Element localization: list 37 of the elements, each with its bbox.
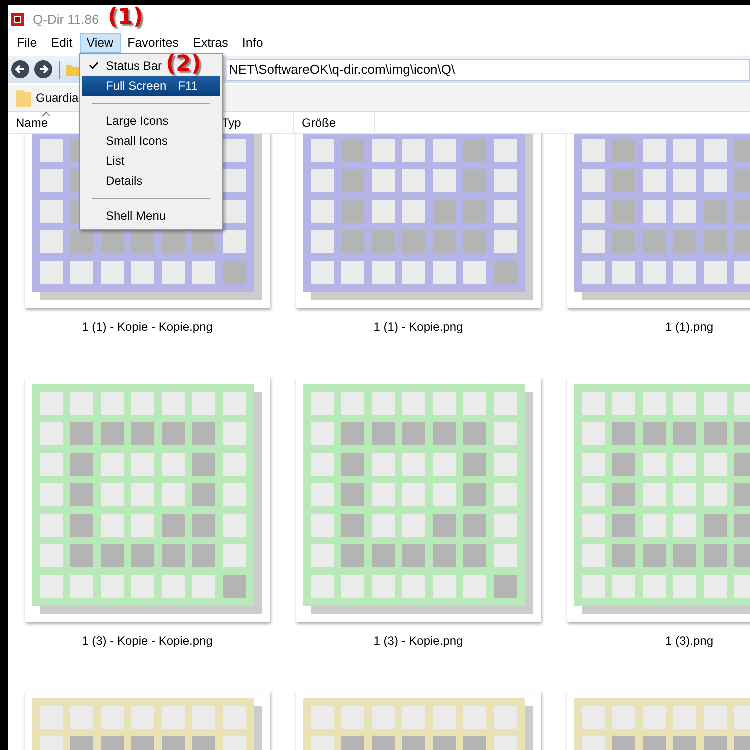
menu-item[interactable]: Details <box>82 171 145 191</box>
file-name[interactable]: 1 (3) - Kopie - Kopie.png <box>82 634 213 648</box>
menu-item[interactable]: Full Screen F11 <box>82 76 220 96</box>
menu-item[interactable]: List <box>82 151 127 171</box>
file-name[interactable]: 1 (1) - Kopie - Kopie.png <box>82 320 213 334</box>
window-title: Q-Dir 11.86 <box>33 12 100 26</box>
column-header[interactable]: Name <box>16 116 48 130</box>
back-icon[interactable] <box>11 60 30 79</box>
folder-icon[interactable] <box>16 89 31 107</box>
file-name[interactable]: 1 (3).png <box>665 634 714 648</box>
favorite-item[interactable]: Guardia <box>36 91 79 105</box>
menu-item[interactable]: Extras <box>186 33 236 53</box>
annotation-marker: (2) <box>166 52 202 77</box>
menu-item[interactable]: File <box>10 33 44 53</box>
menu-item[interactable]: Favorites <box>120 33 186 53</box>
column-header[interactable]: Typ <box>222 116 242 130</box>
checkmark-icon <box>89 61 99 70</box>
folder-icon[interactable] <box>66 62 80 76</box>
menu-item[interactable]: Edit <box>44 33 80 53</box>
column-header[interactable]: Größe <box>302 116 336 130</box>
menu-item[interactable]: Large Icons <box>82 111 171 131</box>
app-logo-icon <box>11 12 24 26</box>
menu-item[interactable]: Status Bar <box>82 56 164 76</box>
file-name[interactable]: 1 (3) - Kopie.png <box>374 634 464 648</box>
menu-item[interactable]: View <box>80 33 121 53</box>
menu-item[interactable]: Small Icons <box>82 131 170 151</box>
address-field[interactable]: NET\SoftwareOK\q-dir.com\img\icon\Q\ <box>227 58 750 80</box>
image-thumbnail[interactable] <box>296 377 541 622</box>
menu-item[interactable]: Info <box>235 33 270 53</box>
menu-item[interactable]: Shell Menu <box>82 206 168 226</box>
image-thumbnail[interactable] <box>296 134 541 308</box>
forward-icon[interactable] <box>34 60 53 79</box>
image-thumbnail[interactable] <box>567 377 750 622</box>
file-name[interactable]: 1 (1).png <box>665 320 714 334</box>
annotation-marker: (1) <box>108 5 144 30</box>
image-thumbnail[interactable] <box>25 377 270 622</box>
file-name[interactable]: 1 (1) - Kopie.png <box>374 320 464 334</box>
